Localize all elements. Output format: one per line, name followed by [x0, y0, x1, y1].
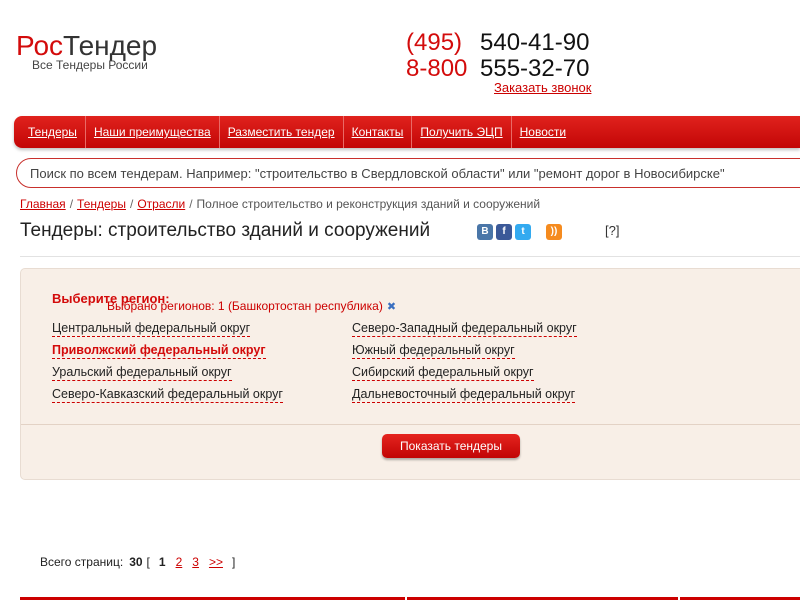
phone-tollfree-code: 8-800 — [406, 55, 468, 82]
breadcrumb-separator: / — [189, 197, 193, 211]
nav-item-news[interactable]: Новости — [512, 116, 574, 148]
panel-divider — [21, 424, 800, 425]
region-filter-panel: Выберите регион: Выбрано регионов: 1 (Ба… — [20, 268, 800, 480]
rss-icon[interactable]: )) — [546, 224, 562, 240]
region-central[interactable]: Центральный федеральный округ — [52, 321, 251, 337]
twitter-icon[interactable]: t — [515, 224, 531, 240]
title-divider — [20, 256, 800, 257]
phone-moscow-number: 540-41-90 — [480, 29, 590, 56]
nav-item-tenders[interactable]: Тендеры — [20, 116, 86, 148]
nav-item-advantages[interactable]: Наши преимущества — [86, 116, 220, 148]
main-nav: Тендеры Наши преимущества Разместить тен… — [14, 116, 800, 148]
region-volga[interactable]: Приволжский федеральный округ — [52, 343, 266, 359]
page-title: Тендеры: строительство зданий и сооружен… — [20, 220, 431, 241]
logo-tagline: Все Тендеры России — [32, 58, 148, 72]
show-tenders-button[interactable]: Показать тендеры — [382, 434, 520, 458]
region-far-east[interactable]: Дальневосточный федеральный округ — [352, 387, 576, 403]
breadcrumb-current: Полное строительство и реконструкция зда… — [196, 197, 541, 211]
pagination: Всего страниц: 30[1 2 3 >>] — [40, 555, 239, 569]
social-share: B f t )) — [477, 224, 562, 240]
phone-tollfree: 8-800 555-32-70 — [406, 56, 589, 82]
pagination-total: 30 — [129, 555, 143, 569]
region-north-caucasus[interactable]: Северо-Кавказский федеральный округ — [52, 387, 283, 403]
breadcrumb-home[interactable]: Главная — [20, 197, 66, 211]
request-callback-link[interactable]: Заказать звонок — [494, 80, 591, 95]
nav-item-post-tender[interactable]: Разместить тендер — [220, 116, 344, 148]
pagination-current-page: 1 — [158, 555, 166, 569]
pagination-next[interactable]: >> — [209, 555, 223, 569]
region-south[interactable]: Южный федеральный округ — [352, 343, 515, 359]
logo-part-2: Тендер — [63, 30, 158, 61]
phone-moscow: (495) 540-41-90 — [406, 30, 589, 56]
nav-item-get-signature[interactable]: Получить ЭЦП — [412, 116, 512, 148]
breadcrumb-industries[interactable]: Отрасли — [137, 197, 185, 211]
nav-item-contacts[interactable]: Контакты — [344, 116, 413, 148]
selected-regions: Выбрано регионов: 1 (Башкортостан респуб… — [107, 299, 396, 313]
pagination-page-3[interactable]: 3 — [192, 555, 199, 569]
breadcrumb-separator: / — [129, 197, 134, 211]
logo-part-1: Рос — [16, 30, 64, 61]
breadcrumb-tenders[interactable]: Тендеры — [77, 197, 126, 211]
phone-tollfree-number: 555-32-70 — [480, 55, 590, 82]
phone-moscow-code: (495) — [406, 29, 463, 56]
pagination-page-2[interactable]: 2 — [176, 555, 183, 569]
clear-selection-icon[interactable]: ✖ — [387, 301, 396, 313]
help-link[interactable]: [?] — [605, 223, 619, 238]
region-ural[interactable]: Уральский федеральный округ — [52, 365, 232, 381]
breadcrumb-separator: / — [69, 197, 74, 211]
pagination-open-bracket: [ — [146, 555, 150, 569]
region-siberia[interactable]: Сибирский федеральный округ — [352, 365, 534, 381]
selected-regions-label: Выбрано регионов: 1 (Башкортостан респуб… — [107, 299, 383, 313]
pagination-label: Всего страниц: — [40, 555, 124, 569]
breadcrumb: Главная / Тендеры / Отрасли / Полное строитель… — [20, 197, 540, 211]
region-northwest[interactable]: Северо-Западный федеральный округ — [352, 321, 577, 337]
pagination-close-bracket: ] — [231, 555, 236, 569]
vk-icon[interactable]: B — [477, 224, 493, 240]
search-input[interactable] — [16, 158, 800, 188]
facebook-icon[interactable]: f — [496, 224, 512, 240]
